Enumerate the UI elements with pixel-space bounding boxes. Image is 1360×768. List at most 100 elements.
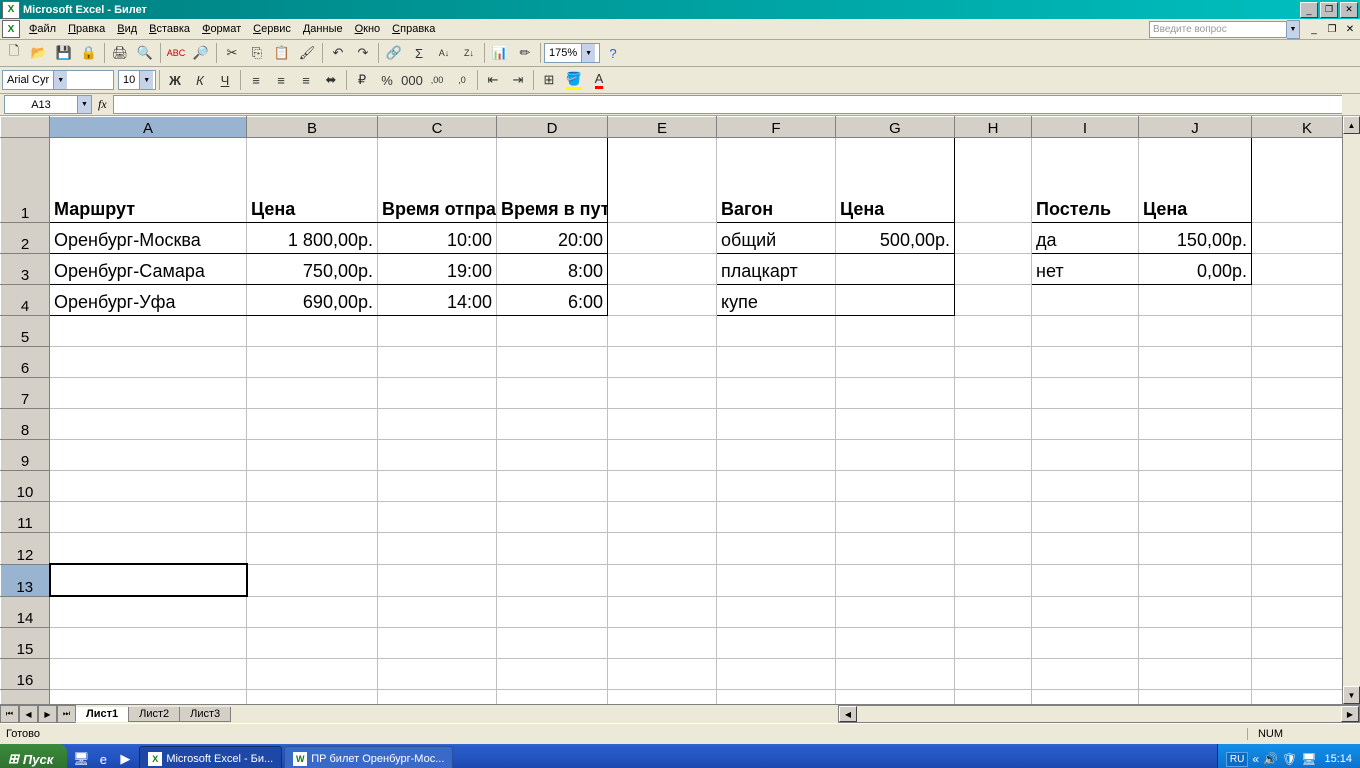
cell-G12[interactable] — [836, 533, 955, 565]
cell-A4[interactable]: Оренбург-Уфа — [50, 285, 247, 316]
cell-E13[interactable] — [608, 564, 717, 596]
cell-A11[interactable] — [50, 502, 247, 533]
row-header-7[interactable]: 7 — [1, 378, 50, 409]
chevron-down-icon[interactable]: ▼ — [53, 71, 67, 89]
tray-icon[interactable]: 🖥 — [1301, 752, 1316, 766]
cell-J5[interactable] — [1139, 316, 1252, 347]
sheet-tab-Лист3[interactable]: Лист3 — [179, 707, 231, 722]
cell-B2[interactable]: 1 800,00р. — [247, 223, 378, 254]
row-header-5[interactable]: 5 — [1, 316, 50, 347]
cell-B7[interactable] — [247, 378, 378, 409]
cell-D15[interactable] — [497, 628, 608, 659]
cell-C4[interactable]: 14:00 — [378, 285, 497, 316]
cell-D17[interactable] — [497, 690, 608, 705]
cell-I4[interactable] — [1032, 285, 1139, 316]
row-header-1[interactable]: 1 — [1, 138, 50, 223]
cell-F12[interactable] — [717, 533, 836, 565]
menu-справка[interactable]: Справка — [386, 21, 441, 37]
cell-I2[interactable]: да — [1032, 223, 1139, 254]
currency-icon[interactable]: ₽ — [350, 68, 374, 92]
align-right-icon[interactable]: ≡ — [294, 68, 318, 92]
tab-prev-button[interactable]: ◀ — [19, 705, 38, 723]
cell-F5[interactable] — [717, 316, 836, 347]
cell-G11[interactable] — [836, 502, 955, 533]
cell-C11[interactable] — [378, 502, 497, 533]
cell-J2[interactable]: 150,00р. — [1139, 223, 1252, 254]
cell-C14[interactable] — [378, 596, 497, 628]
underline-button[interactable]: Ч — [213, 68, 237, 92]
cell-C12[interactable] — [378, 533, 497, 565]
menu-формат[interactable]: Формат — [196, 21, 247, 37]
formula-input[interactable] — [113, 95, 1342, 114]
cell-D2[interactable]: 20:00 — [497, 223, 608, 254]
ask-dropdown[interactable]: ▼ — [1287, 20, 1300, 39]
cell-F16[interactable] — [717, 659, 836, 690]
cell-D3[interactable]: 8:00 — [497, 254, 608, 285]
close-button[interactable]: ✕ — [1340, 2, 1358, 18]
cell-B10[interactable] — [247, 471, 378, 502]
cell-F8[interactable] — [717, 409, 836, 440]
cell-J12[interactable] — [1139, 533, 1252, 565]
cell-A5[interactable] — [50, 316, 247, 347]
clock[interactable]: 15:14 — [1324, 753, 1352, 765]
cell-H2[interactable] — [955, 223, 1032, 254]
row-header-10[interactable]: 10 — [1, 471, 50, 502]
comma-icon[interactable]: 000 — [400, 68, 424, 92]
row-header-15[interactable]: 15 — [1, 628, 50, 659]
cell-A14[interactable] — [50, 596, 247, 628]
cell-A15[interactable] — [50, 628, 247, 659]
sort-desc-icon[interactable]: Z↓ — [457, 41, 481, 65]
cell-I17[interactable] — [1032, 690, 1139, 705]
new-icon[interactable]: 🗋 — [2, 41, 26, 65]
cell-F1[interactable]: Вагон — [717, 138, 836, 223]
cell-G13[interactable] — [836, 564, 955, 596]
cell-B1[interactable]: Цена — [247, 138, 378, 223]
cell-I1[interactable]: Постель — [1032, 138, 1139, 223]
taskbar-task[interactable]: WПР билет Оренбург-Мос... — [284, 746, 453, 768]
cell-A2[interactable]: Оренбург-Москва — [50, 223, 247, 254]
spelling-icon[interactable]: ABC — [164, 41, 188, 65]
menu-вид[interactable]: Вид — [111, 21, 143, 37]
row-header-9[interactable]: 9 — [1, 440, 50, 471]
cell-E5[interactable] — [608, 316, 717, 347]
cell-I7[interactable] — [1032, 378, 1139, 409]
cell-E11[interactable] — [608, 502, 717, 533]
paste-icon[interactable]: 📋 — [270, 41, 294, 65]
print-icon[interactable]: 🖨 — [108, 41, 132, 65]
cell-H9[interactable] — [955, 440, 1032, 471]
cell-B17[interactable] — [247, 690, 378, 705]
cell-D13[interactable] — [497, 564, 608, 596]
cell-D8[interactable] — [497, 409, 608, 440]
maximize-button[interactable]: ❐ — [1320, 2, 1338, 18]
cell-C3[interactable]: 19:00 — [378, 254, 497, 285]
media-icon[interactable]: ▶ — [115, 748, 135, 768]
show-desktop-icon[interactable]: 🖥 — [71, 748, 91, 768]
row-header-6[interactable]: 6 — [1, 347, 50, 378]
cell-E17[interactable] — [608, 690, 717, 705]
cell-G4[interactable] — [836, 285, 955, 316]
cell-C8[interactable] — [378, 409, 497, 440]
cell-E8[interactable] — [608, 409, 717, 440]
fx-icon[interactable]: fx — [92, 97, 113, 112]
cell-I11[interactable] — [1032, 502, 1139, 533]
tray-icon[interactable]: 🔊 — [1263, 752, 1278, 766]
row-header-14[interactable]: 14 — [1, 596, 50, 628]
cell-J7[interactable] — [1139, 378, 1252, 409]
cell-E16[interactable] — [608, 659, 717, 690]
cell-F6[interactable] — [717, 347, 836, 378]
cell-D5[interactable] — [497, 316, 608, 347]
cell-I3[interactable]: нет — [1032, 254, 1139, 285]
scroll-up-button[interactable]: ▲ — [1343, 116, 1360, 134]
permission-icon[interactable]: 🔒 — [77, 41, 101, 65]
cell-B15[interactable] — [247, 628, 378, 659]
row-header-3[interactable]: 3 — [1, 254, 50, 285]
help-icon[interactable]: ? — [601, 41, 625, 65]
row-header-12[interactable]: 12 — [1, 533, 50, 565]
cell-H7[interactable] — [955, 378, 1032, 409]
chart-wizard-icon[interactable]: 📊 — [488, 41, 512, 65]
cell-I16[interactable] — [1032, 659, 1139, 690]
scroll-left-button[interactable]: ◀ — [839, 706, 857, 722]
row-header-8[interactable]: 8 — [1, 409, 50, 440]
decrease-indent-icon[interactable]: ⇤ — [481, 68, 505, 92]
cell-I12[interactable] — [1032, 533, 1139, 565]
